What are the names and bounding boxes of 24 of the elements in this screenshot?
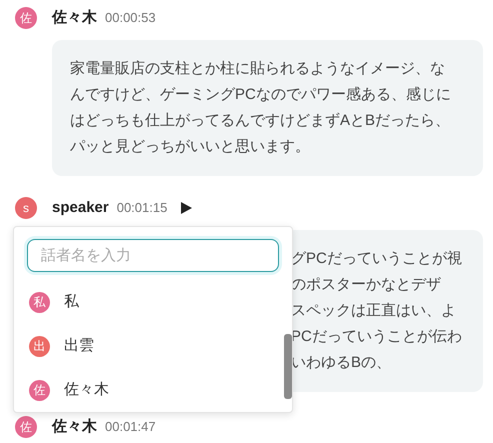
timestamp: 00:01:47 bbox=[105, 418, 156, 436]
avatar: 佐 bbox=[15, 416, 37, 438]
avatar: 私 bbox=[29, 292, 50, 312]
speaker-option[interactable]: 私 私 bbox=[27, 280, 278, 324]
avatar: 佐 bbox=[15, 7, 37, 29]
speaker-name[interactable]: 佐々木 bbox=[52, 6, 97, 30]
speaker-name[interactable]: speaker bbox=[52, 196, 109, 220]
speaker-name-input[interactable]: 話者名を入力 bbox=[27, 239, 279, 272]
speaker-option[interactable]: 佐 佐々木 bbox=[27, 368, 278, 412]
avatar: s bbox=[15, 197, 37, 219]
avatar: 出 bbox=[29, 336, 50, 356]
timestamp: 00:00:53 bbox=[105, 9, 156, 28]
transcript-line: んですけど、ゲーミングPCなのでパワー感ある、感じに bbox=[70, 85, 452, 105]
speaker-option[interactable]: 出 出雲 bbox=[27, 324, 278, 368]
avatar: 佐 bbox=[29, 380, 50, 400]
transcript-line: パッと見どっちがいいと思います。 bbox=[70, 137, 311, 157]
transcript-line: はどっちも仕上がってるんですけどまずAとBだったら、 bbox=[70, 111, 452, 131]
transcript-line: スペックは正直はい、よ bbox=[291, 301, 457, 321]
transcript-line: 家電量販店の支柱とか柱に貼られるようなイメージ、な bbox=[70, 59, 446, 79]
play-icon[interactable] bbox=[179, 201, 194, 215]
speaker-name[interactable]: 佐々木 bbox=[52, 416, 97, 438]
transcript-line: グPCだっていうことが視 bbox=[291, 249, 463, 269]
scrollbar-thumb[interactable] bbox=[284, 334, 292, 399]
timestamp: 00:01:15 bbox=[116, 199, 168, 218]
